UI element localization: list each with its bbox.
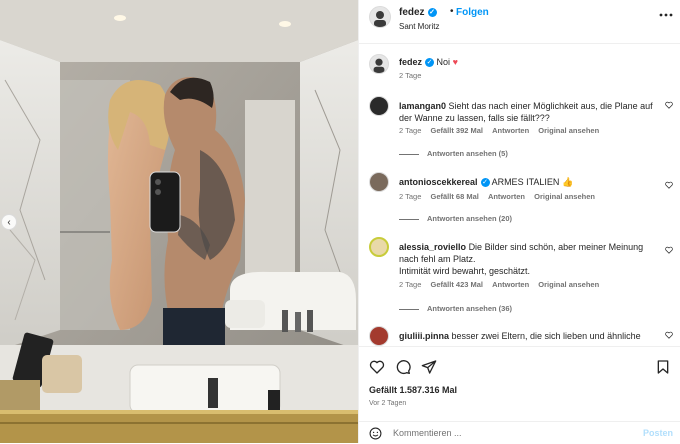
paper-plane-icon[interactable]: [421, 359, 437, 375]
heart-icon[interactable]: [369, 359, 385, 375]
verified-badge-icon: ✓: [425, 58, 435, 68]
post-image[interactable]: ‹: [0, 0, 358, 443]
avatar[interactable]: [369, 237, 389, 257]
reply-button[interactable]: Antworten: [488, 192, 525, 201]
comment-username[interactable]: alessia_roviello: [399, 242, 466, 252]
heart-icon[interactable]: [665, 181, 673, 189]
reply-button[interactable]: Antworten: [492, 280, 529, 289]
see-original-button[interactable]: Original ansehen: [538, 280, 599, 289]
comment-username[interactable]: antonioscekkereal: [399, 177, 478, 187]
bathroom-mirror-photo: [0, 0, 358, 443]
verified-badge-icon: ✓: [427, 7, 437, 17]
avatar[interactable]: [369, 6, 391, 28]
caption-text: Noi: [436, 57, 451, 67]
comment-text-line2: Intimität wird bewahrt, geschätzt.: [399, 266, 531, 276]
post-comment-button[interactable]: Posten: [643, 428, 673, 438]
comment-icon[interactable]: [395, 359, 411, 375]
comments-list[interactable]: fedez ✓ Noi ♥ 2 Tage lamangan0 Sieht das …: [359, 44, 680, 346]
view-replies-button[interactable]: Antworten ansehen (36): [399, 304, 512, 313]
view-replies-button[interactable]: Antworten ansehen (5): [399, 149, 508, 158]
caption-username[interactable]: fedez: [399, 57, 422, 67]
see-original-button[interactable]: Original ansehen: [534, 192, 595, 201]
red-heart-icon: ♥: [452, 57, 458, 67]
comment-username[interactable]: lamangan0: [399, 101, 446, 111]
avatar[interactable]: [369, 326, 389, 346]
verified-badge-icon: ✓: [480, 178, 490, 188]
comment-age: 2 Tage: [399, 126, 422, 135]
post-header: fedez ✓ • Folgen Sant Moritz: [359, 0, 680, 44]
comment-likes[interactable]: Gefällt 392 Mal: [430, 126, 483, 135]
avatar[interactable]: [369, 54, 389, 74]
comment-input[interactable]: [393, 426, 633, 440]
more-options-icon[interactable]: [659, 12, 673, 18]
comment-age: 2 Tage: [399, 192, 422, 201]
view-replies-button[interactable]: Antworten ansehen (20): [399, 214, 512, 223]
comment-username[interactable]: giuliii.pinna: [399, 331, 449, 341]
comment-text: ARMES ITALIEN: [491, 177, 560, 187]
chevron-left-icon[interactable]: ‹: [1, 214, 17, 230]
thumbs-up-emoji-icon: 👍: [561, 177, 574, 187]
post-actions: Gefällt 1.587.316 Mal Vor 2 Tagen Posten: [359, 346, 680, 443]
reply-button[interactable]: Antworten: [492, 126, 529, 135]
post-username[interactable]: fedez ✓: [399, 7, 437, 18]
comment-likes[interactable]: Gefällt 68 Mal: [430, 192, 478, 201]
post-age: Vor 2 Tagen: [369, 400, 407, 407]
see-original-button[interactable]: Original ansehen: [538, 126, 599, 135]
post-sidebar: fedez ✓ • Folgen Sant Moritz fedez ✓ Noi ♥…: [358, 0, 680, 443]
heart-icon[interactable]: [665, 246, 673, 254]
follow-button[interactable]: Folgen: [456, 7, 489, 18]
heart-icon[interactable]: [665, 331, 673, 339]
comment-composer: Posten: [359, 421, 680, 444]
avatar[interactable]: [369, 172, 389, 192]
like-count[interactable]: Gefällt 1.587.316 Mal: [369, 385, 457, 395]
caption-age: 2 Tage: [399, 71, 422, 80]
separator-dot: •: [450, 6, 454, 17]
bookmark-icon[interactable]: [655, 359, 671, 375]
avatar[interactable]: [369, 96, 389, 116]
comment-likes[interactable]: Gefällt 423 Mal: [430, 280, 483, 289]
heart-icon[interactable]: [665, 101, 673, 109]
comment-text: besser zwei Eltern, die sich lieben und …: [451, 331, 641, 341]
post-location[interactable]: Sant Moritz: [399, 22, 439, 31]
comment-age: 2 Tage: [399, 280, 422, 289]
emoji-icon[interactable]: [369, 427, 382, 440]
